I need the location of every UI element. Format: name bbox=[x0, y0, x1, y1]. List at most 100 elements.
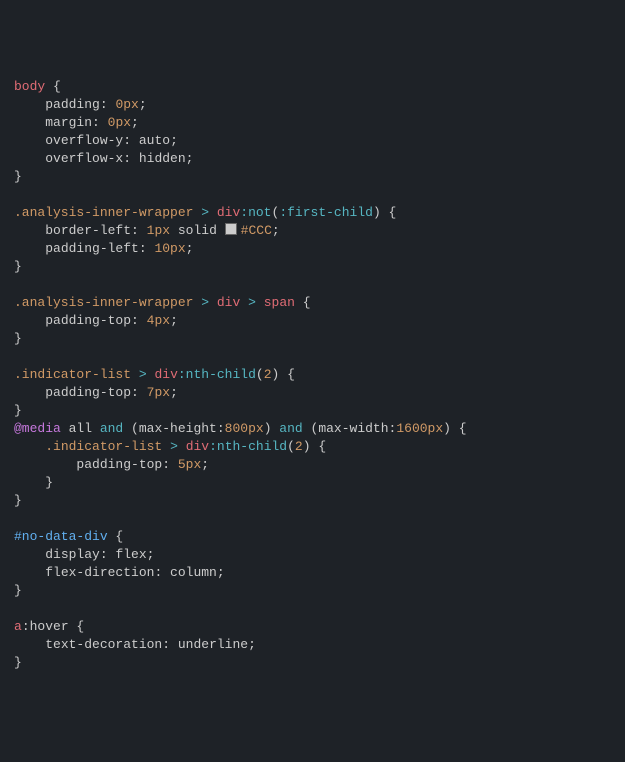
code-token: hidden bbox=[139, 151, 186, 166]
code-token: : bbox=[100, 97, 116, 112]
code-token: { bbox=[451, 421, 467, 436]
code-token: #CCC bbox=[241, 223, 272, 238]
code-line: } bbox=[14, 582, 625, 600]
code-token: div bbox=[217, 205, 240, 220]
code-token: @media bbox=[14, 421, 61, 436]
code-token bbox=[256, 295, 264, 310]
code-line bbox=[14, 276, 625, 294]
code-token: a bbox=[14, 619, 22, 634]
code-token bbox=[209, 295, 217, 310]
code-token: padding bbox=[45, 97, 100, 112]
code-token: } bbox=[45, 475, 53, 490]
code-token: ) bbox=[303, 439, 311, 454]
code-token: .indicator-list bbox=[14, 367, 131, 382]
code-line: padding-top: 7px; bbox=[14, 384, 625, 402]
code-token: and bbox=[100, 421, 123, 436]
code-token bbox=[162, 439, 170, 454]
code-token: :nth-child bbox=[178, 367, 256, 382]
code-token: text-decoration bbox=[45, 637, 162, 652]
code-line: .indicator-list > div:nth-child(2) { bbox=[14, 366, 625, 384]
code-token: max-height bbox=[139, 421, 217, 436]
code-line bbox=[14, 348, 625, 366]
code-line: } bbox=[14, 474, 625, 492]
code-token: : bbox=[92, 115, 108, 130]
code-token: { bbox=[279, 367, 295, 382]
code-token: ; bbox=[272, 223, 280, 238]
code-line: #no-data-div { bbox=[14, 528, 625, 546]
code-token: } bbox=[14, 655, 22, 670]
code-token: } bbox=[14, 169, 22, 184]
code-token: > bbox=[201, 205, 209, 220]
code-token: :nth-child bbox=[209, 439, 287, 454]
code-token: > bbox=[201, 295, 209, 310]
code-token: body bbox=[14, 79, 45, 94]
code-token: > bbox=[139, 367, 147, 382]
code-token: : bbox=[217, 421, 225, 436]
code-token: : bbox=[131, 223, 147, 238]
code-token: div bbox=[154, 367, 177, 382]
code-token: } bbox=[14, 493, 22, 508]
code-token: div bbox=[217, 295, 240, 310]
code-token bbox=[209, 205, 217, 220]
code-line: } bbox=[14, 168, 625, 186]
code-token: ; bbox=[170, 313, 178, 328]
code-line: } bbox=[14, 654, 625, 672]
code-token: padding-top bbox=[76, 457, 162, 472]
code-token: 2 bbox=[264, 367, 272, 382]
code-token: and bbox=[279, 421, 302, 436]
code-line: } bbox=[14, 492, 625, 510]
code-line: flex-direction: column; bbox=[14, 564, 625, 582]
code-token: ; bbox=[170, 385, 178, 400]
code-line: padding-left: 10px; bbox=[14, 240, 625, 258]
code-token: } bbox=[14, 331, 22, 346]
code-line bbox=[14, 510, 625, 528]
code-token: ( bbox=[303, 421, 319, 436]
code-line: body { bbox=[14, 78, 625, 96]
code-token: ; bbox=[248, 637, 256, 652]
code-token: .analysis-inner-wrapper bbox=[14, 205, 193, 220]
code-token: padding-top bbox=[45, 313, 131, 328]
code-token: ( bbox=[287, 439, 295, 454]
code-token: 7px bbox=[147, 385, 170, 400]
code-token: span bbox=[264, 295, 295, 310]
code-token: max-width bbox=[318, 421, 388, 436]
code-token: } bbox=[14, 583, 22, 598]
code-token: 2 bbox=[295, 439, 303, 454]
code-token: ; bbox=[217, 565, 225, 580]
code-line: padding-top: 4px; bbox=[14, 312, 625, 330]
code-token: { bbox=[108, 529, 124, 544]
code-line: padding-top: 5px; bbox=[14, 456, 625, 474]
code-token: auto bbox=[139, 133, 170, 148]
code-token: :first-child bbox=[279, 205, 373, 220]
code-token: ) bbox=[443, 421, 451, 436]
code-token: div bbox=[186, 439, 209, 454]
code-token: .indicator-list bbox=[45, 439, 162, 454]
code-token: > bbox=[170, 439, 178, 454]
code-line: margin: 0px; bbox=[14, 114, 625, 132]
code-token: 0px bbox=[108, 115, 131, 130]
code-token: ; bbox=[139, 97, 147, 112]
code-token: ; bbox=[201, 457, 209, 472]
code-token: 4px bbox=[147, 313, 170, 328]
code-line: a:hover { bbox=[14, 618, 625, 636]
code-token: :hover bbox=[22, 619, 69, 634]
code-token: margin bbox=[45, 115, 92, 130]
code-line: display: flex; bbox=[14, 546, 625, 564]
code-token: > bbox=[248, 295, 256, 310]
code-token: 5px bbox=[178, 457, 201, 472]
code-token: flex-direction bbox=[45, 565, 154, 580]
code-line: .analysis-inner-wrapper > div:not(:first… bbox=[14, 204, 625, 222]
code-line: @media all and (max-height:800px) and (m… bbox=[14, 420, 625, 438]
code-token: overflow-x bbox=[45, 151, 123, 166]
code-editor[interactable]: body { padding: 0px; margin: 0px; overfl… bbox=[14, 78, 625, 672]
code-token: column bbox=[170, 565, 217, 580]
code-line: .analysis-inner-wrapper > div > span { bbox=[14, 294, 625, 312]
code-token bbox=[178, 439, 186, 454]
code-line: } bbox=[14, 330, 625, 348]
code-token: underline bbox=[178, 637, 248, 652]
code-token: padding-left bbox=[45, 241, 139, 256]
code-token: ( bbox=[123, 421, 139, 436]
code-token: ; bbox=[147, 547, 155, 562]
code-token: :not bbox=[240, 205, 271, 220]
code-line: border-left: 1px solid #CCC; bbox=[14, 222, 625, 240]
